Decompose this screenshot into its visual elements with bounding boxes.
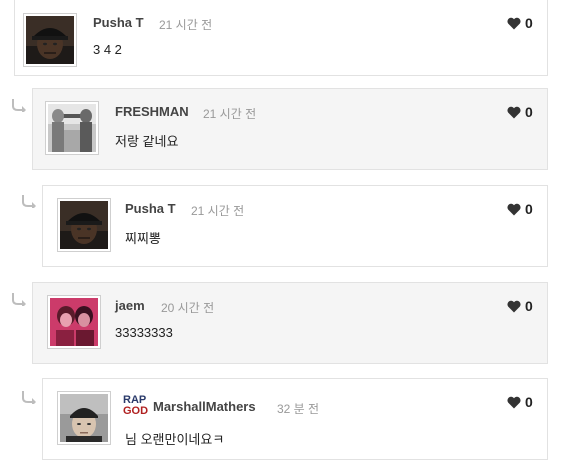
- comment-time: 21 시간 전: [159, 18, 213, 32]
- comment-time: 20 시간 전: [161, 301, 215, 315]
- reply-arrow-icon: [22, 390, 36, 404]
- badge-god-text: GOD: [123, 405, 149, 417]
- like-button[interactable]: 0: [507, 394, 533, 410]
- comment-text: 33333333: [115, 325, 173, 340]
- comment-item: jaem 20 시간 전 33333333 0: [32, 282, 548, 364]
- comment-author[interactable]: FRESHMAN: [115, 104, 189, 119]
- like-count: 0: [525, 104, 533, 120]
- two-people-avatar-icon: [48, 104, 96, 152]
- comment-time: 21 시간 전: [191, 204, 245, 218]
- comment-text: 3 4 2: [93, 42, 122, 57]
- rap-god-badge: RAP GOD: [123, 395, 148, 417]
- like-button[interactable]: 0: [507, 15, 533, 31]
- avatar[interactable]: [47, 295, 101, 349]
- comment-item: RAP GOD MarshallMathers 32 분 전 님 오랜만이네요ㅋ…: [42, 378, 548, 460]
- comment-author[interactable]: Pusha T: [125, 201, 176, 216]
- heart-icon: [507, 106, 521, 118]
- reply-arrow-icon: [22, 194, 36, 208]
- heart-icon: [507, 203, 521, 215]
- like-count: 0: [525, 394, 533, 410]
- pink-duo-avatar-icon: [50, 298, 98, 346]
- comment-item: Pusha T 21 시간 전 찌찌뽕 0: [42, 185, 548, 267]
- comment-author[interactable]: MarshallMathers: [153, 399, 256, 414]
- comment-item: FRESHMAN 21 시간 전 저랑 같네요 0: [32, 88, 548, 170]
- avatar[interactable]: [45, 101, 99, 155]
- comment-text: 저랑 같네요: [115, 134, 179, 149]
- comment-author[interactable]: Pusha T: [93, 15, 144, 30]
- like-count: 0: [525, 15, 533, 31]
- reply-arrow-icon: [12, 98, 26, 112]
- like-count: 0: [525, 201, 533, 217]
- comment-text: 님 오랜만이네요ㅋ: [125, 432, 225, 447]
- person-cap-avatar-icon: [26, 16, 74, 64]
- avatar[interactable]: [57, 391, 111, 445]
- heart-icon: [507, 17, 521, 29]
- heart-icon: [507, 396, 521, 408]
- comment-author[interactable]: jaem: [115, 298, 145, 313]
- person-cap-avatar-icon: [60, 201, 108, 249]
- like-button[interactable]: 0: [507, 298, 533, 314]
- like-button[interactable]: 0: [507, 201, 533, 217]
- person-beanie-avatar-icon: [60, 394, 108, 442]
- avatar[interactable]: [57, 198, 111, 252]
- avatar[interactable]: [23, 13, 77, 67]
- comment-item: Pusha T 21 시간 전 3 4 2 0: [14, 0, 548, 76]
- reply-arrow-icon: [12, 292, 26, 306]
- comment-text: 찌찌뽕: [125, 231, 161, 246]
- comment-time: 21 시간 전: [203, 107, 257, 121]
- comment-time: 32 분 전: [277, 402, 320, 416]
- like-count: 0: [525, 298, 533, 314]
- heart-icon: [507, 300, 521, 312]
- like-button[interactable]: 0: [507, 104, 533, 120]
